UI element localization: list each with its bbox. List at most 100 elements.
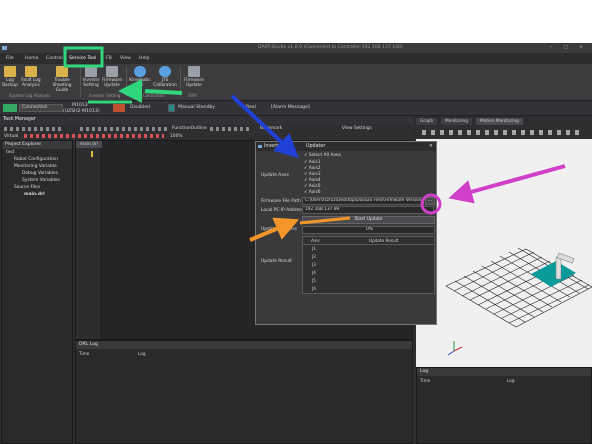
tree-item-monitoring-variable[interactable]: Monitoring Variable — [14, 164, 57, 169]
trouble-shooting-guide-button[interactable]: Trouble Shooting Guide — [46, 66, 78, 93]
document-icon — [56, 66, 68, 77]
mode-status: Manual Standby — [178, 105, 216, 110]
virtual-mode[interactable]: Virtual — [4, 134, 18, 139]
jts-icon — [159, 66, 171, 77]
robot-arm — [555, 256, 562, 280]
axis-gizmo — [447, 341, 463, 356]
window-title: DART-Studio v1.0.0 (Connected to Control… — [258, 45, 403, 50]
checkbox-axis5[interactable]: ✓Axis5 — [304, 184, 321, 189]
cursor-marker — [91, 151, 93, 157]
app-icon — [2, 46, 7, 50]
checkbox-axis3[interactable]: ✓Axis3 — [304, 172, 321, 177]
dialog-title-updater: Updater — [306, 144, 326, 149]
view-icons[interactable] — [422, 130, 582, 135]
run-controls[interactable] — [24, 134, 164, 138]
robot-model: M1013 — [72, 103, 88, 108]
log-col-time: Time — [420, 378, 431, 383]
drl-log-header: DRL Log — [76, 341, 412, 349]
tree-item-main-drl[interactable]: main.drl — [24, 192, 45, 197]
menu-bar: File Home Control Service Tool FB View H… — [0, 55, 592, 64]
tree-item-source-files[interactable]: Source Files — [14, 185, 40, 190]
drl-log-col-log: Log — [138, 351, 146, 356]
table-row: J1 — [312, 246, 316, 251]
connection-dropdown[interactable]: Connected — [19, 104, 63, 112]
update-axes-label: Update Axes — [261, 173, 289, 178]
menu-view[interactable]: View — [120, 56, 131, 61]
table-row: J5 — [312, 278, 316, 283]
checkbox-axis1[interactable]: ✓Axis1 — [304, 160, 321, 165]
task-manager-title: Task Manager — [3, 117, 36, 122]
checkbox-axis6[interactable]: ✓Axis6 — [304, 190, 321, 195]
tab-main-drl[interactable]: main.drl — [76, 141, 102, 148]
result-col-update-result: Update Result — [369, 238, 399, 243]
update-progress-label: Update Progress — [261, 227, 298, 232]
tree-item-robot-configuration[interactable]: Robot Configuration — [14, 157, 58, 162]
checkbox-axis4[interactable]: ✓Axis4 — [304, 178, 321, 183]
menu-fb[interactable]: FB — [106, 56, 112, 61]
update-result-label: Update Result — [261, 259, 292, 264]
browse-button[interactable]: ... — [425, 197, 435, 205]
menu-control[interactable]: Control — [46, 56, 63, 61]
firmware-path-label: Firmware File Path — [261, 199, 301, 204]
tab-graph[interactable]: Graph — [416, 118, 438, 125]
local-ip-label: Local PC IP Address — [261, 208, 304, 213]
tree-item-debug-variables[interactable]: Debug Variables — [22, 171, 58, 176]
real-mode[interactable]: Real — [246, 105, 256, 110]
viewport-toolbar — [416, 126, 592, 139]
svm-firmware-update-button[interactable]: Firmware Update — [181, 66, 207, 88]
task-toolbar: FunctionOutline Bookmark View Settings V… — [0, 124, 413, 140]
robot-3d-viewport[interactable] — [416, 139, 592, 367]
local-ip-field[interactable]: 192.168.137.99 — [302, 206, 434, 214]
dialog-icon — [258, 145, 262, 148]
tab-motion-monitoring[interactable]: Motion Monitoring — [476, 118, 523, 125]
bookmark-button[interactable]: Bookmark — [260, 126, 282, 131]
firmware-icon — [106, 66, 118, 77]
task-manager-header: Task Manager — [0, 116, 413, 124]
title-bar: DART-Studio v1.0.0 (Connected to Control… — [0, 43, 592, 53]
line-gutter — [76, 148, 100, 339]
group-label: Inverter Setting — [89, 93, 121, 98]
checkbox-axis2[interactable]: ✓Axis2 — [304, 166, 321, 171]
robot-model-sub: (UZSH2-M1013) — [63, 109, 100, 114]
servo-icon[interactable] — [113, 104, 125, 112]
checkbox-select-all-axes[interactable]: ✓Select All Axes — [304, 153, 341, 158]
result-col-axis: Axis — [311, 238, 320, 243]
fault-log-analysis-button[interactable]: Fault Log Analysis — [18, 66, 44, 88]
inverter-icon — [85, 66, 97, 77]
toolbar-icons[interactable] — [4, 127, 64, 131]
menu-service-tool[interactable]: Service Tool — [69, 56, 96, 61]
menu-home[interactable]: Home — [25, 56, 39, 61]
table-row: J4 — [312, 270, 316, 275]
menu-file[interactable]: File — [6, 56, 14, 61]
firmware-path-field[interactable]: C:\Users\szruz\Desktop\Doosan Files\Firm… — [302, 197, 424, 205]
jts-calibration-button[interactable]: JTS Calibration — [152, 66, 178, 88]
update-progress-value: 0% — [366, 227, 373, 232]
application-window: DART-Studio v1.0.0 (Connected to Control… — [0, 43, 592, 444]
start-update-button[interactable]: Start Update — [302, 216, 435, 224]
group-label: System Log Analysis — [9, 93, 51, 98]
drl-log-panel: DRL Log Time Log — [75, 340, 413, 444]
window-controls[interactable]: – □ × — [550, 43, 588, 53]
toolbar-icons[interactable] — [210, 127, 250, 131]
robot-base-plate — [531, 261, 576, 287]
close-icon[interactable]: × — [429, 142, 433, 151]
tab-monitoring[interactable]: Monitoring — [441, 118, 472, 125]
ribbon: Log Backup Fault Log Analysis Trouble Shoot… — [0, 64, 592, 101]
group-label: SVM — [188, 93, 197, 98]
log-panel: Log Time Log — [416, 367, 592, 444]
connection-indicator — [3, 104, 17, 112]
tree-item-system-variables[interactable]: System Variables — [22, 178, 60, 183]
toolbar-icons[interactable] — [80, 127, 170, 131]
tree-item-test[interactable]: test — [6, 150, 14, 155]
inverter-firmware-update-button[interactable]: Firmware Update — [99, 66, 125, 88]
kinematic-calibration-button[interactable]: Kinematic Cal. — [127, 66, 153, 88]
project-explorer: Project Explorer test Robot Configuratio… — [1, 140, 73, 444]
view-settings-button[interactable]: View Settings — [342, 126, 372, 131]
kinematic-icon — [134, 66, 146, 77]
update-result-table: Axis Update Result J1 J2 J3 J4 J5 J6 — [302, 236, 435, 294]
function-outline-dropdown[interactable]: FunctionOutline — [172, 126, 207, 131]
table-divider — [303, 244, 434, 245]
table-row: J3 — [312, 262, 316, 267]
menu-help[interactable]: Help — [139, 56, 149, 61]
dialog-header: Inverter Fir Updater × — [256, 142, 436, 151]
